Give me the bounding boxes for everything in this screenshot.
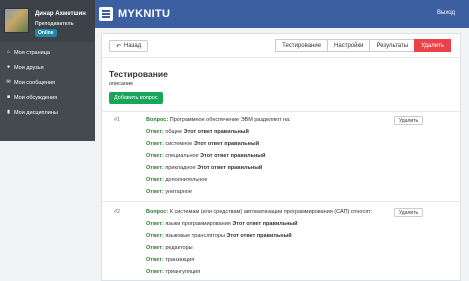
home-icon: ⌂ xyxy=(6,49,11,55)
answer-label: Ответ: xyxy=(146,189,164,195)
answer-item: Ответ: унитарное xyxy=(146,189,192,195)
user-icon: ● xyxy=(6,64,11,70)
sidebar-item-disciplines[interactable]: ▮ Мои дисциплины xyxy=(0,105,95,120)
correct-marker: Этот ответ правильный xyxy=(200,153,266,159)
question-label: Вопрос: xyxy=(146,209,169,215)
answer-item: Ответ: системное Этот ответ правильный xyxy=(146,141,259,147)
page-title: Тестирование xyxy=(109,69,168,79)
answer-item: Ответ: общее Этот ответ правильный xyxy=(146,129,249,135)
question-text: Вопрос: Программное обеспечение ЭВМ разд… xyxy=(146,117,291,123)
answer-text: редакторы xyxy=(165,245,193,251)
correct-marker: Этот ответ правильный xyxy=(226,233,292,239)
test-card: ↶ Назад Тестирование Настройки Результат… xyxy=(101,33,461,281)
answer-item: Ответ: триангуляция xyxy=(146,269,200,275)
sidebar-item-my-page[interactable]: ⌂ Моя страница xyxy=(0,45,95,60)
answer-label: Ответ: xyxy=(146,129,164,135)
question-text-value: К системам (или средствам) автоматизации… xyxy=(169,209,373,215)
sidebar-item-label: Моя страница xyxy=(14,49,50,56)
brand-name: MYKNITU xyxy=(118,8,171,20)
delete-question-button[interactable]: Удалить xyxy=(394,116,424,125)
question-text-value: Программное обеспечение ЭВМ разделяют на… xyxy=(169,117,291,123)
sidebar-item-friends[interactable]: ● Мои друзья xyxy=(0,60,95,75)
sidebar-item-label: Мои друзья xyxy=(14,64,44,71)
tab-settings[interactable]: Настройки xyxy=(327,39,371,52)
envelope-icon: ✉ xyxy=(6,79,11,85)
correct-marker: Этот ответ правильный xyxy=(197,165,263,171)
answer-label: Ответ: xyxy=(146,177,164,183)
question-text: Вопрос: К системам (или средствам) автом… xyxy=(146,209,372,215)
brand[interactable]: MYKNITU xyxy=(99,6,170,22)
answer-text: специальное xyxy=(165,153,199,159)
answer-text: языковые трансляторы xyxy=(165,233,225,239)
comments-icon: ■ xyxy=(6,94,11,100)
answer-text: унитарное xyxy=(165,189,192,195)
reply-arrow-icon: ↶ xyxy=(116,43,122,50)
answer-item: Ответ: прикладное Этот ответ правильный xyxy=(146,165,262,171)
answer-label: Ответ: xyxy=(146,257,164,263)
answer-text: общее xyxy=(165,129,183,135)
avatar[interactable] xyxy=(4,8,29,33)
question-number: #2 xyxy=(114,209,121,215)
back-button-label: Назад xyxy=(124,43,142,49)
delete-test-button[interactable]: Удалить xyxy=(414,39,451,52)
sidebar-item-discussions[interactable]: ■ Мои обсуждения xyxy=(0,90,95,105)
answer-item: Ответ: транзакция xyxy=(146,257,194,263)
tab-testing[interactable]: Тестирование xyxy=(275,39,329,52)
divider xyxy=(102,57,460,58)
answer-label: Ответ: xyxy=(146,153,164,159)
divider xyxy=(102,201,460,202)
answer-text: триангуляция xyxy=(165,269,201,275)
answer-item: Ответ: дополнительное xyxy=(146,177,207,183)
user-role: Преподаватель xyxy=(35,21,74,27)
answer-text: прикладное xyxy=(165,165,196,171)
answer-label: Ответ: xyxy=(146,141,164,147)
correct-marker: Этот ответ правильный xyxy=(232,221,298,227)
answer-item: Ответ: языковые трансляторы Этот ответ п… xyxy=(146,233,292,239)
back-button[interactable]: ↶ Назад xyxy=(109,40,149,52)
answer-item: Ответ: языки программирования Этот ответ… xyxy=(146,221,298,227)
user-name[interactable]: Динар Ахметшин xyxy=(35,11,86,17)
answer-text: транзакция xyxy=(165,257,195,263)
delete-question-button[interactable]: Удалить xyxy=(394,208,424,217)
side-nav: ⌂ Моя страница ● Мои друзья ✉ Мои сообще… xyxy=(0,45,95,120)
correct-marker: Этот ответ правильный xyxy=(183,129,249,135)
answer-item: Ответ: специальное Этот ответ правильный xyxy=(146,153,265,159)
sidebar-item-label: Мои дисциплины xyxy=(14,109,58,116)
answer-text: дополнительное xyxy=(165,177,208,183)
answer-label: Ответ: xyxy=(146,233,164,239)
sidebar-item-label: Мои обсуждения xyxy=(14,94,58,101)
brand-logo-icon xyxy=(99,7,113,21)
add-question-button[interactable]: Добавить вопрос xyxy=(109,92,163,104)
answer-text: системное xyxy=(165,141,193,147)
answer-text: языки программирования xyxy=(165,221,231,227)
answer-label: Ответ: xyxy=(146,245,164,251)
tab-results[interactable]: Результаты xyxy=(369,39,416,52)
sidebar: Динар Ахметшин Преподаватель Online ⌂ Мо… xyxy=(0,0,95,141)
question-label: Вопрос: xyxy=(146,117,169,123)
logout-link[interactable]: Выход xyxy=(437,10,455,16)
sidebar-item-messages[interactable]: ✉ Мои сообщения xyxy=(0,75,95,90)
user-profile: Динар Ахметшин Преподаватель Online xyxy=(0,0,95,42)
divider xyxy=(102,111,460,112)
question-number: #1 xyxy=(114,117,121,123)
sidebar-item-label: Мои сообщения xyxy=(14,79,55,86)
correct-marker: Этот ответ правильный xyxy=(193,141,260,147)
tab-bar: Тестирование Настройки Результаты Удалит… xyxy=(275,39,451,52)
answer-item: Ответ: редакторы xyxy=(146,245,193,251)
book-icon: ▮ xyxy=(7,109,10,115)
answer-label: Ответ: xyxy=(146,221,164,227)
answer-label: Ответ: xyxy=(146,269,164,275)
answer-label: Ответ: xyxy=(146,165,164,171)
test-description: описание xyxy=(109,81,134,87)
status-badge: Online xyxy=(35,29,57,37)
